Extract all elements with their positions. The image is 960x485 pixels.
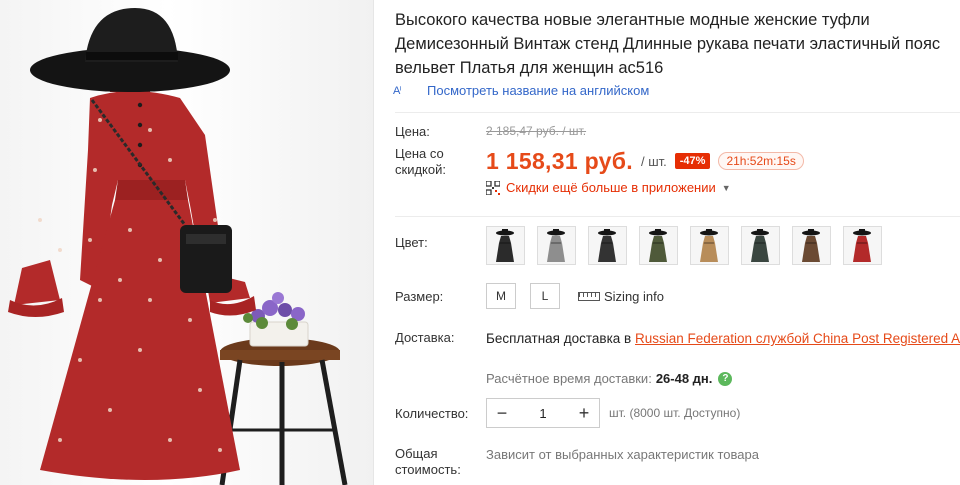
dress-thumbnail [496, 229, 514, 262]
delivery-eta: Расчётное время доставки: 26-48 дн. ? [486, 371, 733, 386]
size-option-l[interactable]: L [530, 283, 560, 309]
price-unit: / шт. [640, 153, 667, 169]
delivery-text: Бесплатная доставка в [486, 331, 632, 346]
dress-thumbnail [700, 229, 718, 262]
color-swatch-brown[interactable] [792, 226, 831, 265]
quantity-label: Количество: [395, 406, 469, 421]
delivery-method-link[interactable]: Russian Federation службой China Post Re… [635, 331, 960, 346]
quantity-availability: шт. (8000 шт. Доступно) [609, 406, 741, 420]
question-icon[interactable]: ? [718, 371, 733, 386]
color-swatch-olive[interactable] [639, 226, 678, 265]
color-swatch-dark-green[interactable] [741, 226, 780, 265]
size-option-m[interactable]: M [486, 283, 516, 309]
dress-thumbnail [853, 229, 871, 262]
translate-icon: Aⁱ [393, 84, 401, 97]
product-photo[interactable] [0, 0, 373, 485]
sizing-info-text[interactable]: Sizing info [604, 289, 664, 304]
color-swatch-black[interactable] [486, 226, 525, 265]
color-swatch-khaki[interactable] [690, 226, 729, 265]
delivery-label: Доставка: [395, 330, 455, 345]
total-value: Зависит от выбранных характеристик товар… [486, 447, 759, 462]
stool-illustration [219, 338, 348, 485]
chevron-down-icon: ▼ [721, 182, 731, 193]
divider [395, 112, 960, 113]
hat-illustration [30, 8, 230, 92]
color-swatch-red[interactable] [843, 226, 882, 265]
translate-title-link[interactable]: Aⁱ Посмотреть название на английском [393, 81, 649, 99]
qr-code-icon [486, 180, 500, 195]
dress-thumbnail [649, 229, 667, 262]
eta-label: Расчётное время доставки: [486, 371, 652, 386]
color-label: Цвет: [395, 235, 428, 250]
product-photo-illustration [8, 8, 348, 485]
original-price: 2 185,47 руб. / шт. [486, 124, 587, 138]
discount-badge: -47% [674, 153, 711, 169]
discounted-price: 1 158,31 руб. [486, 147, 633, 174]
dress-thumbnail [547, 229, 565, 262]
app-deals-link[interactable]: Скидки ещё больше в приложении ▼ [486, 180, 731, 195]
product-title: Высокого качества новые элегантные модны… [395, 11, 941, 77]
delivery-info: Бесплатная доставка в Russian Federation… [486, 329, 960, 348]
sizing-info-link[interactable]: Sizing info [578, 289, 664, 304]
eta-value: 26-48 дн. [655, 371, 713, 386]
dress-thumbnail [598, 229, 616, 262]
discount-price-label: Цена со скидкой: [395, 146, 446, 177]
size-label: Размер: [395, 289, 444, 304]
size-options: M L Sizing info [486, 283, 664, 309]
quantity-increase-button[interactable]: + [569, 403, 599, 424]
color-swatch-list [486, 226, 882, 265]
dress-thumbnail [751, 229, 769, 262]
sale-timer: 21h:52m:15s [718, 152, 804, 170]
quantity-decrease-button[interactable]: − [487, 403, 517, 424]
ruler-icon [578, 291, 600, 301]
app-deals-text[interactable]: Скидки ещё больше в приложении [506, 180, 716, 195]
discounted-price-row: 1 158,31 руб. / шт. -47% 21h:52m:15s [486, 146, 804, 176]
translate-link-text[interactable]: Посмотреть название на английском [427, 83, 649, 98]
divider [395, 216, 960, 217]
dress-thumbnail [802, 229, 820, 262]
color-swatch-black-print[interactable] [588, 226, 627, 265]
quantity-stepper: − + [486, 398, 600, 428]
color-swatch-gray[interactable] [537, 226, 576, 265]
price-label: Цена: [395, 124, 430, 139]
product-info-panel: Высокого качества новые элегантные модны… [373, 0, 960, 485]
total-label: Общая стоимость: [395, 446, 461, 477]
quantity-input[interactable] [517, 405, 569, 421]
translate-icon-glyph: A [393, 84, 400, 97]
